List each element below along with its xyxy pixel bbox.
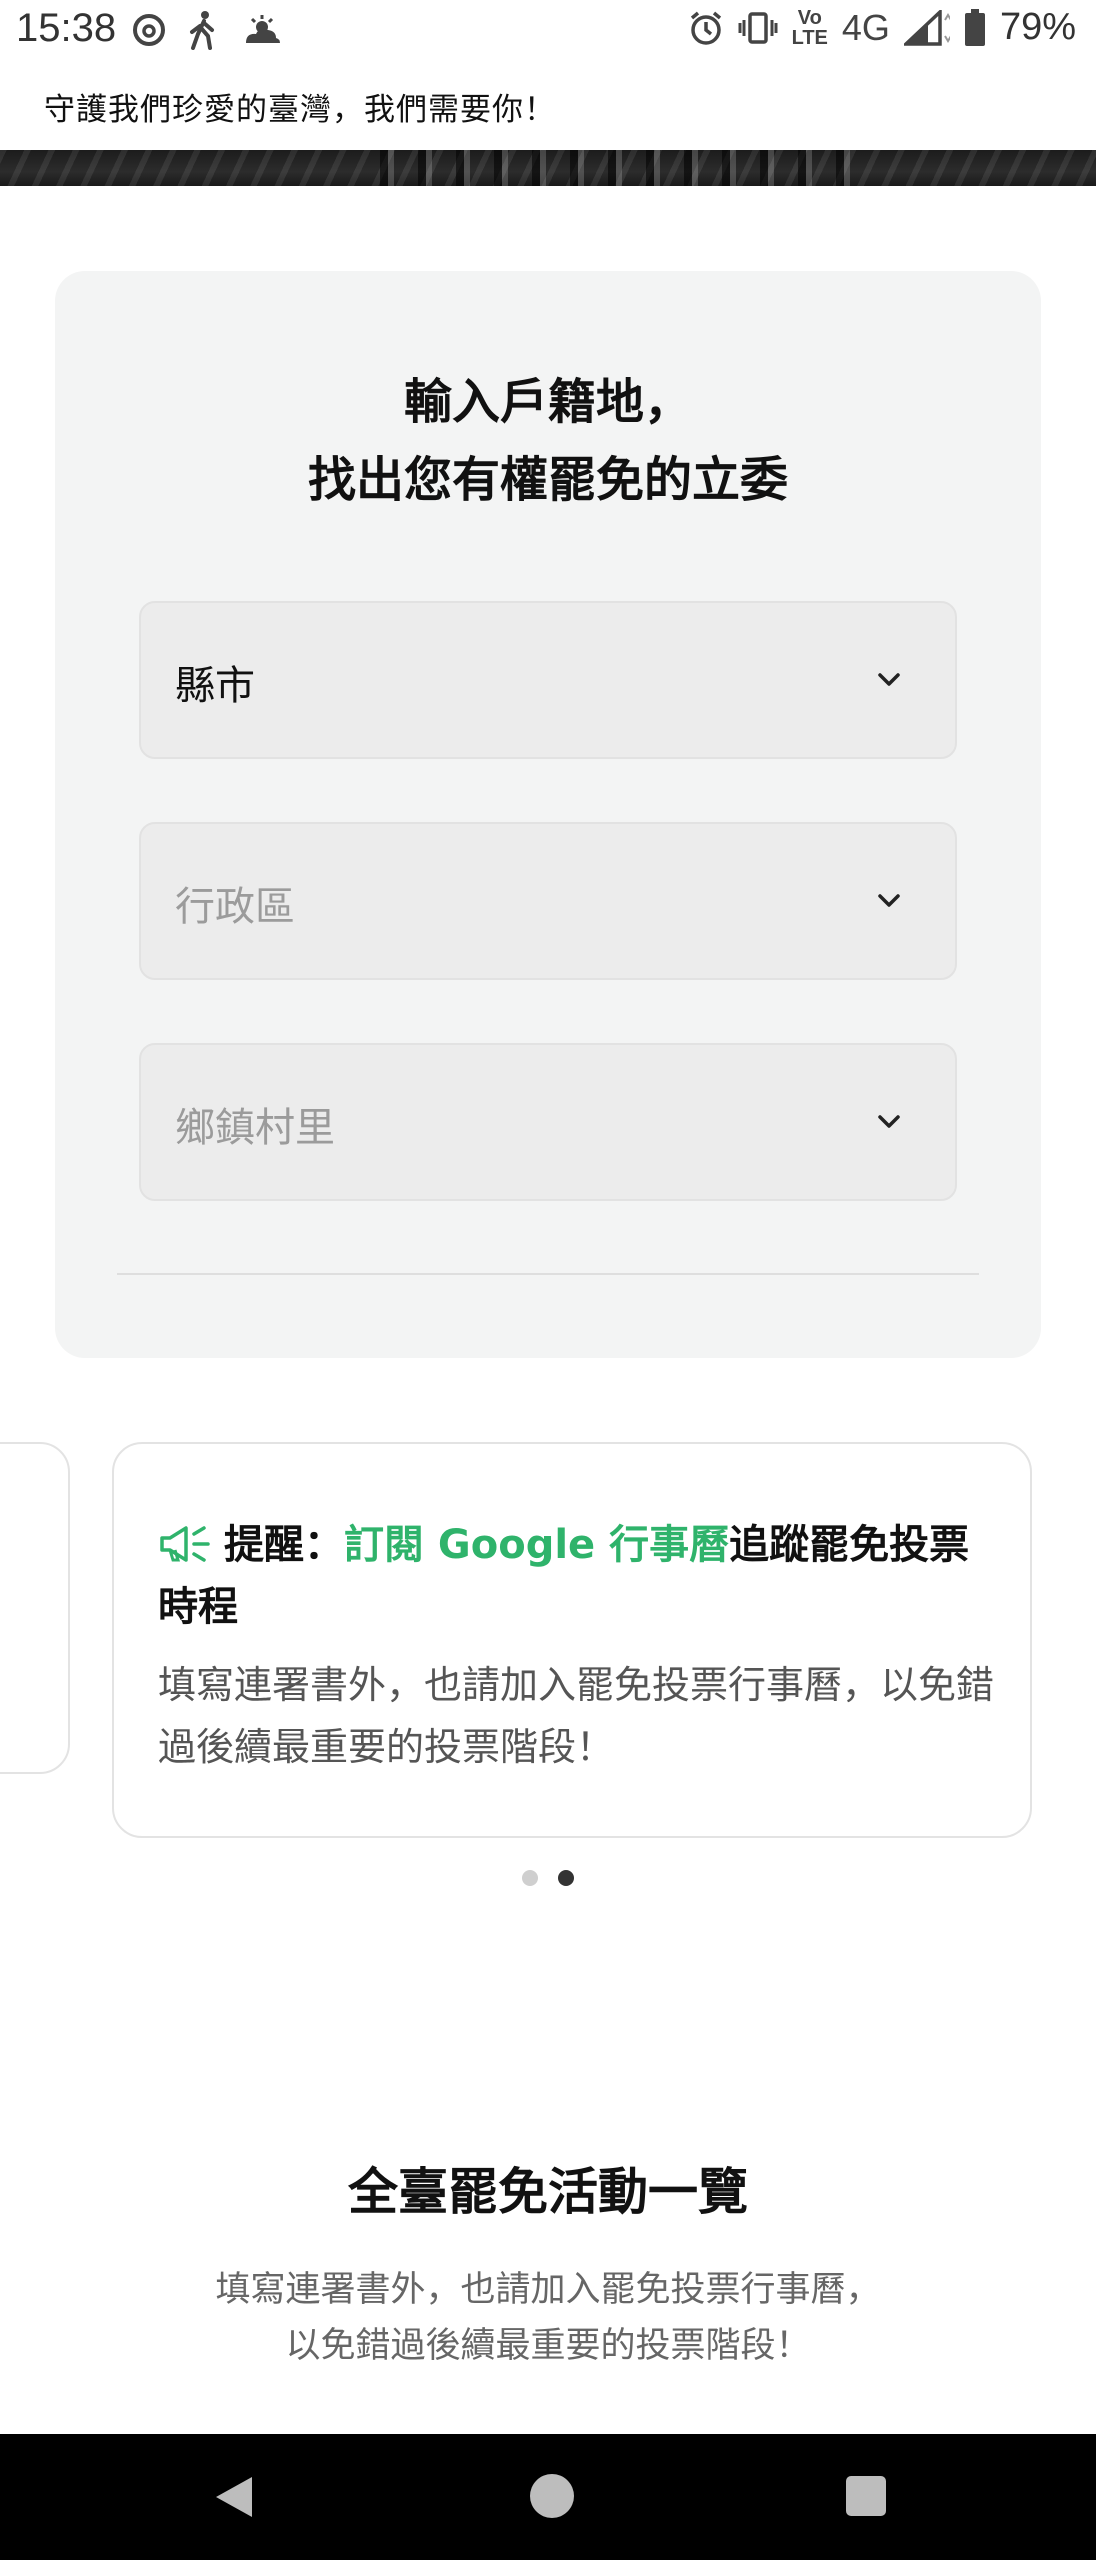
section-title: 全臺罷免活動一覽: [348, 2163, 748, 2221]
district-select[interactable]: 行政區: [139, 822, 957, 980]
battery-percent: 79%: [999, 6, 1076, 48]
megaphone-icon: [160, 1526, 210, 1562]
section-subtitle: 填寫連署書外，也請加入罷免投票行事曆， 以免錯過後續最重要的投票階段！: [0, 2262, 1096, 2374]
recents-icon[interactable]: [846, 2476, 886, 2516]
district-select-label: 行政區: [175, 884, 295, 930]
carousel-dot[interactable]: [522, 1870, 538, 1886]
status-time: 15:38: [16, 6, 117, 50]
marquee-text: 守護我們珍愛的臺灣，我們需要你！: [44, 92, 556, 128]
status-bar: 15:38 Vo LTE 4G 79%: [0, 0, 1096, 62]
network-type: 4G: [841, 6, 890, 48]
chevron-down-icon: [878, 894, 900, 907]
vibrate-icon: [738, 11, 778, 44]
calendar-reminder-card[interactable]: 提醒：訂閱 Google 行事曆追蹤罷免投票時程 填寫連署書外，也請加入罷免投票…: [112, 1442, 1032, 1838]
signal-icon: [903, 9, 950, 46]
district-lookup-card: 輸入戶籍地， 找出您有權罷免的立委 縣市 行政區 鄉鎮村里: [55, 271, 1041, 1358]
reminder-heading: 提醒：訂閱 Google 行事曆追蹤罷免投票時程: [158, 1514, 998, 1638]
volte-icon: Vo LTE: [791, 6, 828, 49]
lookup-title-line1: 輸入戶籍地，: [403, 374, 692, 430]
reminder-prefix: 提醒：: [224, 1522, 344, 1568]
system-nav-bar: [0, 2434, 1096, 2560]
weather-icon: [246, 15, 280, 43]
village-select-label: 鄉鎮村里: [175, 1105, 335, 1151]
home-icon[interactable]: [530, 2474, 574, 2518]
section-subtitle-line1: 填寫連署書外，也請加入罷免投票行事曆，: [215, 2270, 881, 2310]
section-subtitle-line2: 以免錯過後續最重要的投票階段！: [285, 2326, 811, 2366]
chevron-down-icon: [878, 673, 900, 686]
status-left-icons: [132, 10, 282, 50]
marquee-banner: 守護我們珍愛的臺灣，我們需要你！: [0, 62, 1096, 150]
back-icon[interactable]: [212, 2474, 256, 2520]
county-select[interactable]: 縣市: [139, 601, 957, 759]
alarm-icon: [690, 11, 721, 45]
chevron-down-icon: [878, 1115, 900, 1128]
battery-icon: [964, 8, 985, 46]
google-calendar-link[interactable]: 訂閱 Google 行事曆: [344, 1522, 729, 1568]
village-select[interactable]: 鄉鎮村里: [139, 1043, 957, 1201]
status-right-icons: Vo LTE 4G 79%: [688, 6, 1076, 49]
previous-slide-card[interactable]: [0, 1442, 70, 1774]
walking-icon: [190, 11, 214, 50]
hero-image: [0, 150, 1096, 186]
lookup-title: 輸入戶籍地， 找出您有權罷免的立委: [55, 363, 1041, 519]
carousel-pagination: [0, 1870, 1096, 1890]
reminder-carousel[interactable]: 提醒：訂閱 Google 行事曆追蹤罷免投票時程 填寫連署書外，也請加入罷免投票…: [0, 1440, 1096, 1900]
lookup-title-line2: 找出您有權罷免的立委: [307, 452, 788, 508]
card-divider: [117, 1273, 979, 1275]
threads-icon: [133, 14, 165, 46]
carousel-dot-active[interactable]: [558, 1870, 574, 1886]
county-select-label: 縣市: [175, 663, 255, 709]
reminder-body: 填寫連署書外，也請加入罷免投票行事曆，以免錯過後續最重要的投票階段！: [158, 1663, 995, 1769]
